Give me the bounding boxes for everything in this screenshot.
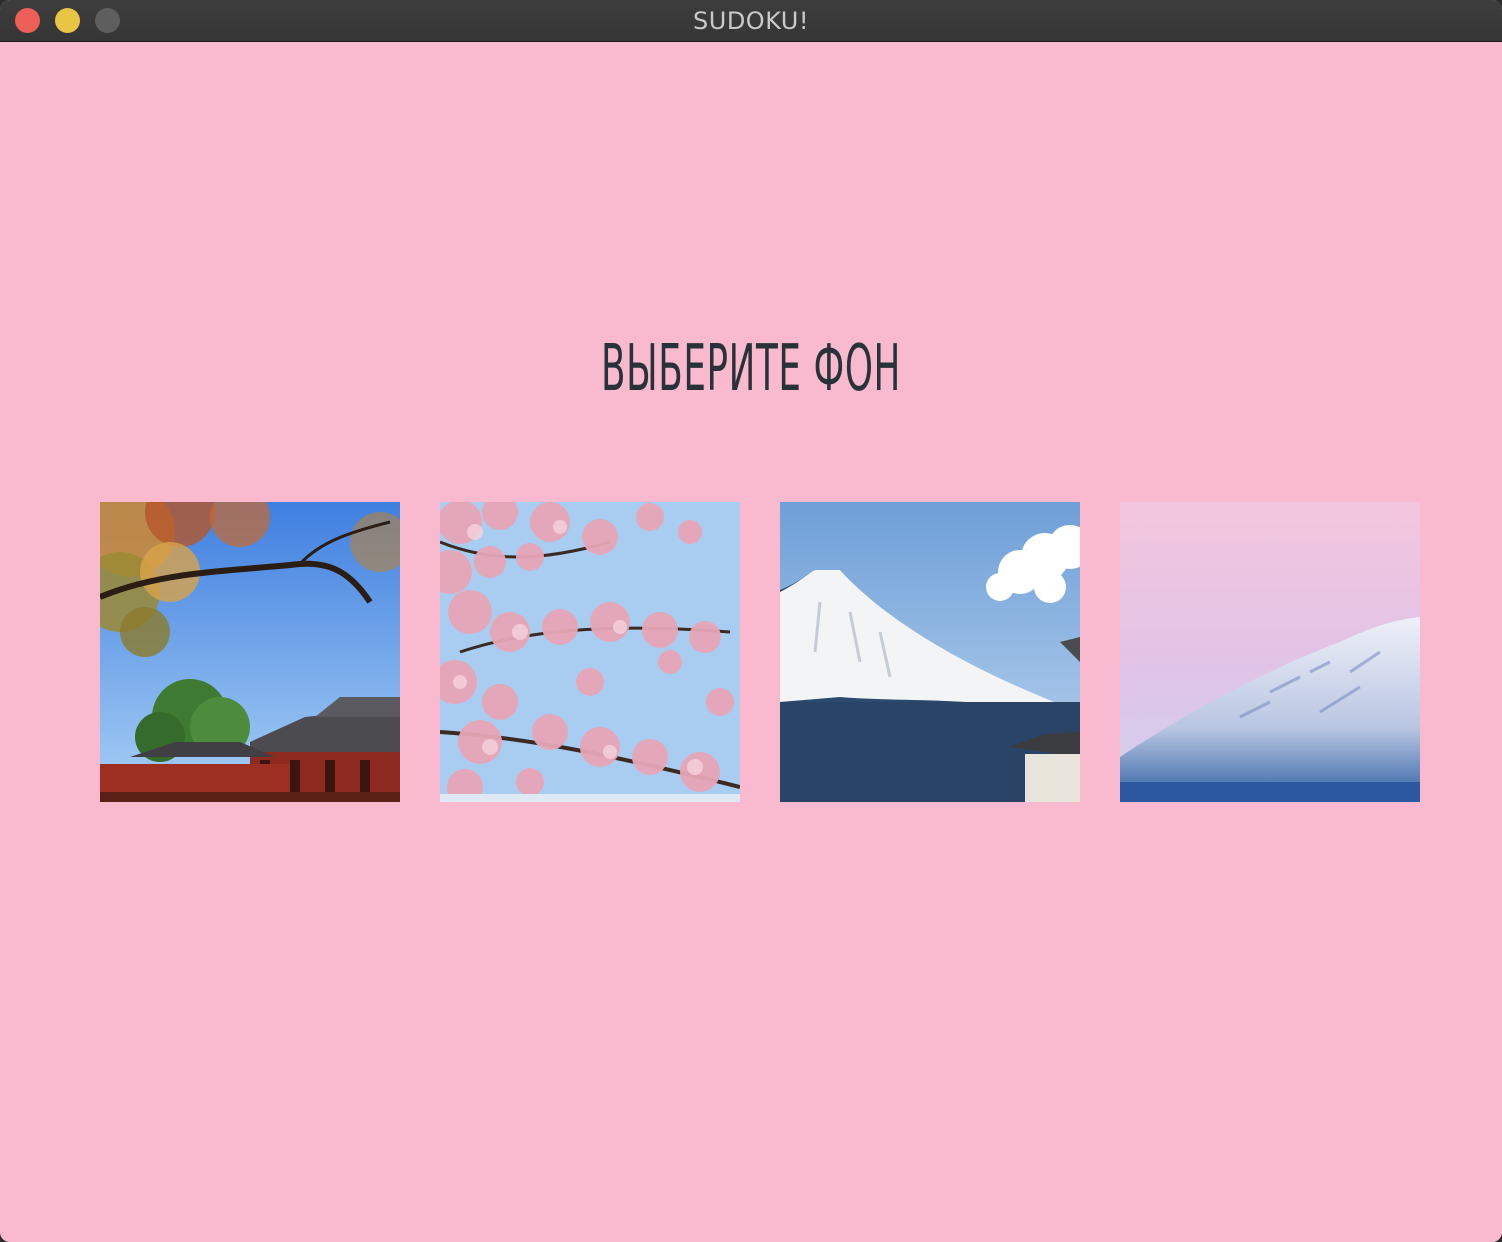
window-title: SUDOKU! bbox=[693, 7, 809, 35]
app-window: SUDOKU! ВЫБЕРИТЕ ФОН bbox=[0, 0, 1502, 1242]
temple-autumn-image bbox=[100, 502, 400, 802]
background-option-snowy-mountain[interactable] bbox=[1120, 502, 1420, 802]
background-option-mount-fuji[interactable] bbox=[780, 502, 1080, 802]
background-option-cherry-blossom[interactable] bbox=[440, 502, 740, 802]
background-picker-screen: ВЫБЕРИТЕ ФОН bbox=[0, 42, 1502, 1242]
mount-fuji-image bbox=[780, 502, 1080, 802]
background-option-temple[interactable] bbox=[100, 502, 400, 802]
snowy-mountain-pink-sky-image bbox=[1120, 502, 1420, 802]
page-title: ВЫБЕРИТЕ ФОН bbox=[600, 332, 902, 406]
cherry-blossom-image bbox=[440, 502, 740, 802]
title-bar[interactable]: SUDOKU! bbox=[0, 0, 1502, 42]
